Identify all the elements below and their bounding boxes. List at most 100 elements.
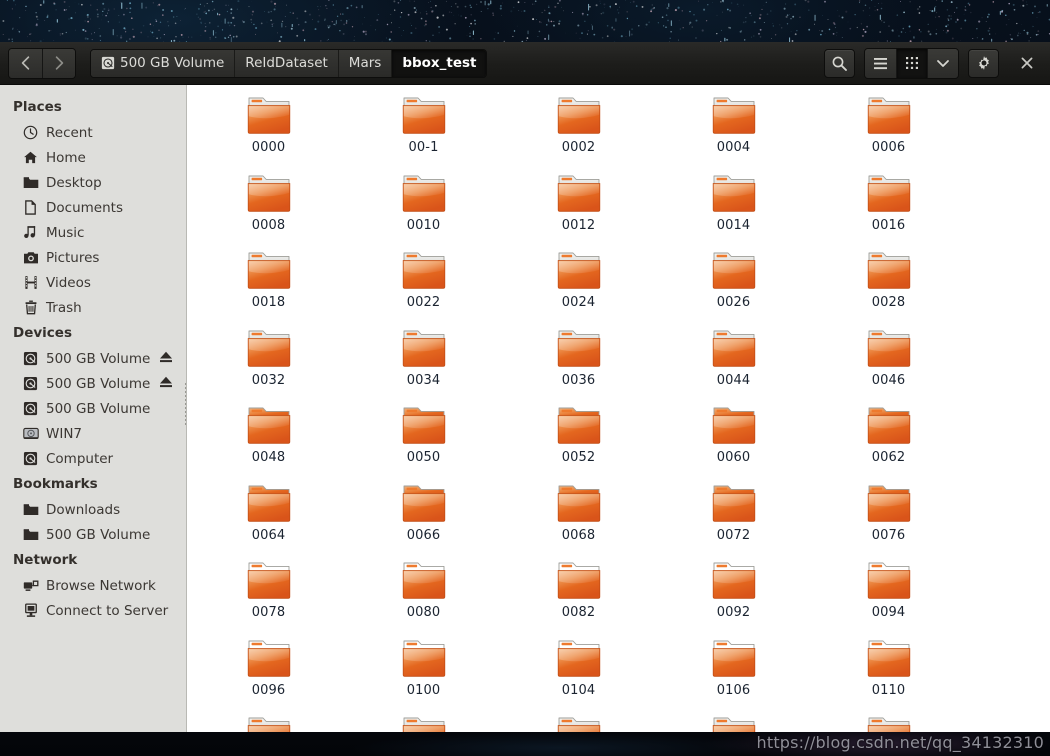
sidebar-item-home[interactable]: Home — [0, 145, 186, 170]
breadcrumb-item-bbox-test[interactable]: bbox_test — [391, 49, 487, 77]
breadcrumb-item-500-gb-volume[interactable]: 500 GB Volume — [91, 49, 235, 77]
settings-button[interactable] — [968, 48, 999, 78]
sidebar-item-downloads[interactable]: Downloads — [0, 497, 186, 522]
search-button[interactable] — [824, 48, 855, 78]
file-item[interactable]: 0018 — [191, 246, 346, 324]
file-item[interactable]: 0002 — [501, 91, 656, 169]
file-item[interactable]: 0080 — [346, 556, 501, 634]
file-item[interactable]: 0078 — [191, 556, 346, 634]
file-item[interactable]: 0016 — [811, 169, 966, 247]
sidebar-item-browse-network[interactable]: Browse Network — [0, 573, 186, 598]
file-item[interactable]: 0066 — [346, 479, 501, 557]
file-item[interactable]: 0000 — [191, 91, 346, 169]
sidebar-item-computer[interactable]: Computer — [0, 446, 186, 471]
breadcrumb-label: bbox_test — [402, 55, 477, 71]
file-item[interactable]: 0100 — [346, 634, 501, 712]
file-item[interactable]: 0044 — [656, 324, 811, 402]
file-item-label: 0078 — [251, 605, 286, 620]
back-button[interactable] — [9, 48, 42, 78]
file-item[interactable]: 00-1 — [346, 91, 501, 169]
file-item[interactable]: 0104 — [501, 634, 656, 712]
sidebar-item-500-gb-volume[interactable]: 500 GB Volume — [0, 522, 186, 547]
sidebar-item-documents[interactable]: Documents — [0, 195, 186, 220]
file-item[interactable]: 0046 — [811, 324, 966, 402]
sidebar-item-desktop[interactable]: Desktop — [0, 170, 186, 195]
sidebar-item-music[interactable]: Music — [0, 220, 186, 245]
breadcrumb-item-reiddataset[interactable]: ReIdDataset — [234, 49, 338, 77]
sidebar-section-network: Network — [13, 552, 78, 568]
view-options-button[interactable] — [927, 48, 958, 78]
eject-icon[interactable] — [158, 375, 174, 388]
file-item[interactable]: 0096 — [191, 634, 346, 712]
file-item[interactable] — [191, 711, 346, 732]
file-item[interactable]: 0050 — [346, 401, 501, 479]
file-item[interactable]: 0032 — [191, 324, 346, 402]
file-item[interactable]: 0028 — [811, 246, 966, 324]
sidebar-item-trash[interactable]: Trash — [0, 295, 186, 320]
file-item[interactable]: 0068 — [501, 479, 656, 557]
file-item[interactable]: 0026 — [656, 246, 811, 324]
file-list-area[interactable]: 0000 00-1 0002 0004 0006 0008 0010 0012 0014 0016… — [187, 85, 1050, 732]
sidebar-item-label: 500 GB Volume — [46, 350, 151, 367]
file-item[interactable] — [346, 711, 501, 732]
drive-icon — [101, 56, 115, 70]
file-item[interactable]: 0034 — [346, 324, 501, 402]
eject-button[interactable] — [158, 375, 174, 392]
file-item[interactable] — [656, 711, 811, 732]
file-item[interactable]: 0014 — [656, 169, 811, 247]
eject-button[interactable] — [158, 350, 174, 367]
sidebar-item-pictures[interactable]: Pictures — [0, 245, 186, 270]
forward-button[interactable] — [42, 48, 75, 78]
gear-icon — [978, 56, 989, 70]
file-item[interactable]: 0082 — [501, 556, 656, 634]
file-item[interactable]: 0022 — [346, 246, 501, 324]
folder-icon — [247, 97, 290, 134]
file-item[interactable]: 0036 — [501, 324, 656, 402]
folder-icon — [557, 562, 600, 599]
file-item[interactable]: 0008 — [191, 169, 346, 247]
desktop: 500 GB Volume ReIdDataset Mars bbox_test — [0, 0, 1050, 756]
file-item[interactable]: 0006 — [811, 91, 966, 169]
file-item[interactable]: 0110 — [811, 634, 966, 712]
file-item[interactable]: 0072 — [656, 479, 811, 557]
network-icon — [22, 578, 39, 594]
sidebar-item-500-gb-volume[interactable]: 500 GB Volume — [0, 396, 186, 421]
file-item[interactable]: 0012 — [501, 169, 656, 247]
file-item-label: 0006 — [871, 140, 906, 155]
sidebar: Places Recent Home Desktop Documents Music Pic… — [0, 85, 187, 732]
sidebar-section-devices: Devices — [13, 325, 72, 341]
file-item[interactable]: 0064 — [191, 479, 346, 557]
list-view-button[interactable] — [865, 48, 896, 78]
file-item[interactable]: 0094 — [811, 556, 966, 634]
file-item[interactable]: 0062 — [811, 401, 966, 479]
file-item[interactable]: 0092 — [656, 556, 811, 634]
folder-icon — [402, 330, 445, 367]
file-item[interactable] — [811, 711, 966, 732]
sidebar-item-videos[interactable]: Videos — [0, 270, 186, 295]
file-item[interactable] — [501, 711, 656, 732]
sidebar-item-500-gb-volume[interactable]: 500 GB Volume — [0, 371, 186, 396]
file-item[interactable]: 0106 — [656, 634, 811, 712]
folder-icon — [557, 717, 600, 732]
sidebar-item-500-gb-volume[interactable]: 500 GB Volume — [0, 346, 186, 371]
file-item[interactable]: 0076 — [811, 479, 966, 557]
breadcrumb-item-mars[interactable]: Mars — [337, 49, 392, 77]
file-item[interactable]: 0010 — [346, 169, 501, 247]
grid-view-button[interactable] — [896, 48, 927, 78]
file-item[interactable]: 0024 — [501, 246, 656, 324]
trash-icon — [22, 300, 39, 316]
close-icon — [1021, 57, 1033, 69]
file-item[interactable]: 0048 — [191, 401, 346, 479]
file-item-label: 0016 — [871, 217, 906, 233]
sidebar-item-connect-to-server[interactable]: Connect to Server — [0, 598, 186, 623]
file-item[interactable]: 0060 — [656, 401, 811, 479]
file-item[interactable]: 0004 — [656, 91, 811, 169]
sidebar-item-win7[interactable]: WIN7 — [0, 421, 186, 446]
sidebar-item-recent[interactable]: Recent — [0, 120, 186, 145]
file-item[interactable]: 0052 — [501, 401, 656, 479]
file-item-label: 0026 — [716, 295, 751, 310]
close-button[interactable] — [1012, 49, 1042, 78]
sidebar-item-label: Computer — [46, 450, 114, 467]
eject-icon[interactable] — [158, 350, 174, 363]
folder-icon — [247, 330, 290, 367]
